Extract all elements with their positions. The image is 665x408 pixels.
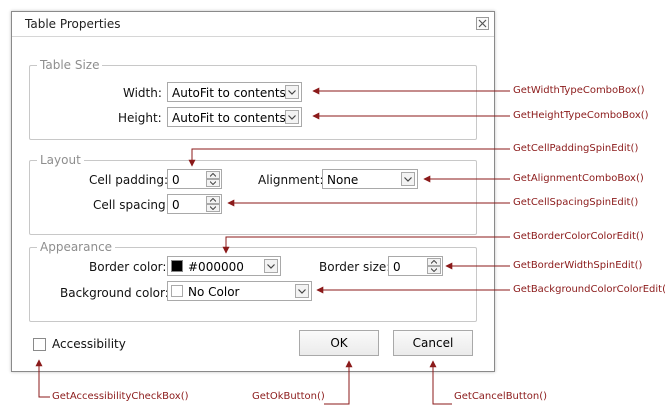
accessibility-label[interactable]: Accessibility [52, 337, 126, 351]
chevron-down-icon [267, 263, 275, 269]
cell-padding-spinedit[interactable]: 0 [167, 169, 222, 189]
layout-legend: Layout [40, 153, 81, 167]
width-type-value: AutoFit to contents [172, 86, 286, 100]
chevron-up-icon [431, 260, 437, 264]
cell-spacing-spinedit[interactable]: 0 [167, 194, 222, 214]
background-color-swatch [171, 285, 183, 297]
dialog-title: Table Properties [25, 17, 121, 31]
alignment-dropdown-button[interactable] [401, 172, 415, 186]
chevron-down-icon [288, 89, 296, 95]
layout-group: Layout [29, 153, 477, 235]
background-color-value: No Color [188, 285, 240, 299]
cell-spacing-label: Cell spacing: [93, 198, 170, 212]
annotation-alignment: GetAlignmentComboBox() [513, 173, 644, 184]
annotation-cancel: GetCancelButton() [454, 391, 547, 402]
height-type-value: AutoFit to contents [172, 111, 286, 125]
annotation-width-type: GetWidthTypeComboBox() [513, 85, 645, 96]
chevron-down-icon [431, 268, 437, 272]
border-width-spinedit[interactable]: 0 [388, 256, 443, 276]
annotation-cell-padding: GetCellPaddingSpinEdit() [513, 143, 639, 154]
annotation-height-type: GetHeightTypeComboBox() [513, 110, 649, 121]
close-icon [478, 19, 487, 28]
height-label: Height: [118, 111, 162, 125]
table-size-legend: Table Size [40, 58, 100, 72]
spin-down-button[interactable] [206, 179, 220, 187]
alignment-combobox[interactable]: None [322, 169, 418, 189]
background-color-coloredit[interactable]: No Color [167, 281, 312, 301]
cell-spacing-value: 0 [172, 198, 180, 212]
border-size-label: Border size: [319, 260, 391, 274]
annotation-cell-spacing: GetCellSpacingSpinEdit() [513, 197, 639, 208]
chevron-down-icon [210, 181, 216, 185]
close-button[interactable] [476, 17, 489, 30]
annotation-background-color: GetBackgroundColorColorEdit() [513, 284, 665, 295]
border-color-value: #000000 [188, 260, 244, 274]
alignment-value: None [327, 173, 359, 187]
border-size-value: 0 [393, 260, 401, 274]
annotation-ok: GetOkButton() [252, 391, 325, 402]
alignment-label: Alignment: [258, 173, 324, 187]
spin-down-button[interactable] [427, 266, 441, 274]
border-color-swatch [171, 260, 183, 272]
background-color-label: Background color: [60, 286, 169, 300]
annotation-border-color: GetBorderColorColorEdit() [513, 231, 644, 242]
height-type-combobox[interactable]: AutoFit to contents [167, 107, 302, 127]
title-bar: Table Properties [12, 12, 494, 37]
cell-padding-value: 0 [172, 173, 180, 187]
width-type-dropdown-button[interactable] [285, 85, 299, 99]
spin-up-button[interactable] [206, 171, 220, 179]
spin-down-button[interactable] [206, 204, 220, 212]
cell-padding-label: Cell padding: [89, 173, 169, 187]
height-type-dropdown-button[interactable] [285, 110, 299, 124]
background-color-dropdown-button[interactable] [295, 284, 309, 298]
appearance-legend: Appearance [40, 240, 113, 254]
annotation-border-width: GetBorderWidthSpinEdit() [513, 260, 643, 271]
chevron-up-icon [210, 173, 216, 177]
spin-up-button[interactable] [206, 196, 220, 204]
chevron-down-icon [210, 206, 216, 210]
border-color-label: Border color: [89, 260, 167, 274]
chevron-down-icon [404, 176, 412, 182]
spin-up-button[interactable] [427, 258, 441, 266]
table-properties-dialog: Table Properties Table Size Width: AutoF… [11, 11, 495, 372]
chevron-down-icon [298, 288, 306, 294]
cancel-button[interactable]: Cancel [393, 330, 473, 356]
border-color-dropdown-button[interactable] [264, 259, 278, 273]
width-type-combobox[interactable]: AutoFit to contents [167, 82, 302, 102]
border-color-coloredit[interactable]: #000000 [167, 256, 281, 276]
accessibility-checkbox[interactable] [33, 338, 46, 351]
annotation-accessibility: GetAccessibilityCheckBox() [52, 391, 189, 402]
width-label: Width: [123, 86, 162, 100]
chevron-up-icon [210, 198, 216, 202]
chevron-down-icon [288, 114, 296, 120]
ok-button[interactable]: OK [299, 330, 379, 356]
